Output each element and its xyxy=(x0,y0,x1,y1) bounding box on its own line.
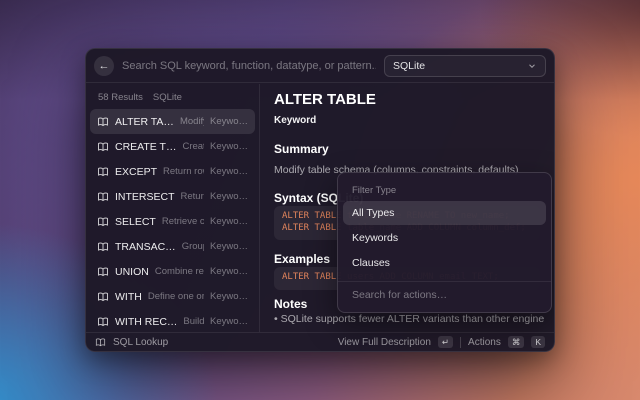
book-icon xyxy=(97,266,109,278)
k-key: K xyxy=(531,336,545,348)
list-item[interactable]: ALTER TA… Modify ta… Keywo… xyxy=(90,109,255,134)
results-header: 58 Results SQLite xyxy=(86,88,259,109)
item-description: Combine resul… xyxy=(155,266,204,277)
book-icon xyxy=(97,116,109,128)
database-select-value: SQLite xyxy=(393,60,425,72)
sql-lookup-window: ← SQLite 58 Results SQLite ALTER TA… Mod… xyxy=(85,48,555,352)
item-description: Define one or m… xyxy=(148,291,204,302)
list-item[interactable]: INTERSECT Return ro… Keywo… xyxy=(90,184,255,209)
item-name: UNION xyxy=(115,266,149,278)
item-description: Create a… xyxy=(182,141,204,152)
list-item[interactable]: CREATE T… Create a… Keywo… xyxy=(90,134,255,159)
app-icon xyxy=(95,337,106,348)
book-icon xyxy=(97,316,109,328)
summary-heading: Summary xyxy=(274,142,329,156)
popup-item-all-types[interactable]: All Types xyxy=(343,201,546,225)
list-item[interactable]: WITH Define one or m… Keywo… xyxy=(90,284,255,309)
item-description: Retrieve colu… xyxy=(162,216,204,227)
view-full-description-button[interactable]: View Full Description xyxy=(338,337,431,348)
popup-item-label: All Types xyxy=(352,207,394,219)
book-icon xyxy=(97,166,109,178)
footer: SQL Lookup View Full Description ↵ Actio… xyxy=(86,332,554,351)
filter-type-header: Filter Type xyxy=(352,185,537,196)
book-icon xyxy=(97,241,109,253)
topbar: ← SQLite xyxy=(86,49,554,83)
actions-button[interactable]: Actions xyxy=(468,337,501,348)
detail-type-label: Keyword xyxy=(274,115,316,126)
list-item[interactable]: EXCEPT Return rows f… Keywo… xyxy=(90,159,255,184)
item-description: Build rec… xyxy=(183,316,204,327)
list-item[interactable]: TRANSAC… Group st… Keywo… xyxy=(90,234,255,259)
popup-item-label: Clauses xyxy=(352,257,390,269)
footer-divider xyxy=(460,337,461,348)
item-name: WITH xyxy=(115,291,142,303)
actions-search-input[interactable] xyxy=(352,289,537,301)
back-arrow-icon: ← xyxy=(99,60,110,72)
item-name: CREATE T… xyxy=(115,141,176,153)
list-item[interactable]: UNION Combine resul… Keywo… xyxy=(90,259,255,284)
item-description: Return rows f… xyxy=(163,166,204,177)
search-input[interactable] xyxy=(122,60,376,72)
note-item: SQLite supports fewer ALTER variants tha… xyxy=(274,313,544,325)
chevron-down-icon xyxy=(527,61,537,71)
results-scope: SQLite xyxy=(153,92,182,103)
book-icon xyxy=(97,141,109,153)
back-button[interactable]: ← xyxy=(94,56,114,76)
popup-item-keywords[interactable]: Keywords xyxy=(343,226,546,250)
desktop-background: ← SQLite 58 Results SQLite ALTER TA… Mod… xyxy=(0,0,640,400)
item-category: Keywo… xyxy=(210,216,248,227)
item-category: Keywo… xyxy=(210,241,248,252)
enter-key: ↵ xyxy=(438,336,453,348)
item-name: TRANSAC… xyxy=(115,241,176,253)
list-item[interactable]: WITH REC… Build rec… Keywo… xyxy=(90,309,255,332)
app-name: SQL Lookup xyxy=(113,337,168,348)
cmd-key: ⌘ xyxy=(508,336,525,348)
item-name: WITH REC… xyxy=(115,316,177,328)
examples-heading: Examples xyxy=(274,252,330,266)
item-category: Keywo… xyxy=(210,316,248,327)
book-icon xyxy=(97,191,109,203)
item-description: Return ro… xyxy=(181,191,204,202)
item-category: Keywo… xyxy=(210,291,248,302)
database-select[interactable]: SQLite xyxy=(384,55,546,77)
item-name: EXCEPT xyxy=(115,166,157,178)
item-category: Keywo… xyxy=(210,166,248,177)
popup-item-label: Keywords xyxy=(352,232,398,244)
book-icon xyxy=(97,216,109,228)
item-name: INTERSECT xyxy=(115,191,175,203)
notes-heading: Notes xyxy=(274,297,307,311)
item-description: Group st… xyxy=(182,241,204,252)
item-name: ALTER TA… xyxy=(115,116,174,128)
list-item[interactable]: SELECT Retrieve colu… Keywo… xyxy=(90,209,255,234)
popup-item-clauses[interactable]: Clauses xyxy=(343,251,546,275)
book-icon xyxy=(97,291,109,303)
item-category: Keywo… xyxy=(210,191,248,202)
item-description: Modify ta… xyxy=(180,116,204,127)
item-category: Keywo… xyxy=(210,266,248,277)
item-category: Keywo… xyxy=(210,141,248,152)
filter-type-popup: Filter Type All Types Keywords Clauses xyxy=(337,172,552,313)
results-panel: 58 Results SQLite ALTER TA… Modify ta… K… xyxy=(86,84,260,332)
item-name: SELECT xyxy=(115,216,156,228)
detail-title: ALTER TABLE xyxy=(274,91,376,108)
item-category: Keywo… xyxy=(210,116,248,127)
results-count: 58 Results xyxy=(98,92,143,103)
